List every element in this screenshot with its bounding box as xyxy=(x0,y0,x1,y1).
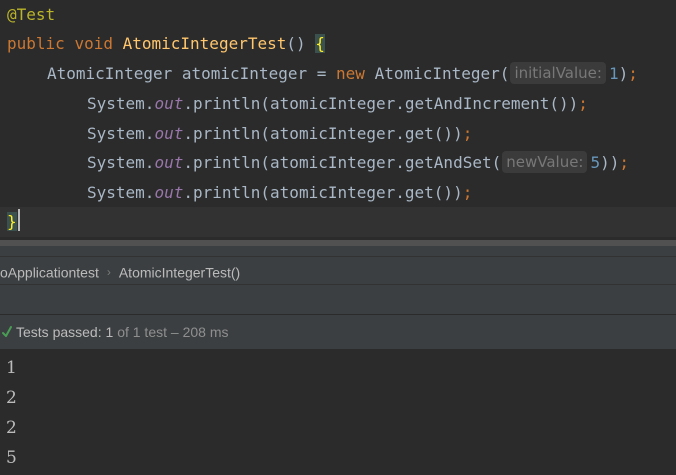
breadcrumb-separator: › xyxy=(106,265,111,280)
breadcrumb-item-method[interactable]: AtomicIntegerTest() xyxy=(119,264,240,280)
system-ref: System. xyxy=(87,94,155,113)
method-name: AtomicIntegerTest xyxy=(122,34,287,53)
text-caret xyxy=(17,209,20,231)
new-value-literal: 5 xyxy=(590,153,601,172)
panel-splitter[interactable] xyxy=(0,240,676,256)
code-line-7[interactable]: System.out.println(atomicInteger.get()); xyxy=(0,178,676,208)
tests-passed-label: Tests passed: xyxy=(16,324,102,340)
code-line-1[interactable]: @Test xyxy=(0,0,676,30)
code-line-3[interactable]: AtomicInteger atomicInteger = new Atomic… xyxy=(0,59,676,89)
test-status-bar: Tests passed: 1 of 1 test – 208 ms xyxy=(0,314,676,350)
println-call: .println(atomicInteger.get()) xyxy=(183,124,463,143)
method-parens: () xyxy=(286,34,306,53)
close-parens: )) xyxy=(600,153,620,172)
code-line-6[interactable]: System.out.println(atomicInteger.getAndS… xyxy=(0,148,676,178)
keyword-public: public xyxy=(7,34,65,53)
console-line: 2 xyxy=(6,388,17,408)
annotation: @Test xyxy=(7,5,56,24)
code-line-5[interactable]: System.out.println(atomicInteger.get()); xyxy=(0,119,676,149)
out-field: out xyxy=(154,183,184,202)
semicolon: ; xyxy=(619,153,630,172)
semicolon: ; xyxy=(462,183,473,202)
type-name: AtomicInteger xyxy=(47,64,173,83)
console-line: 5 xyxy=(6,448,17,468)
code-line-2[interactable]: public void AtomicIntegerTest() { xyxy=(0,29,676,59)
out-field: out xyxy=(154,124,184,143)
console-output[interactable]: 1 2 2 5 xyxy=(0,350,676,475)
semicolon: ; xyxy=(462,124,473,143)
check-icon xyxy=(2,326,12,337)
close-brace: } xyxy=(7,212,17,231)
tests-passed-count: 1 xyxy=(105,324,114,340)
code-line-8[interactable]: } xyxy=(0,207,676,237)
open-brace: { xyxy=(315,34,325,53)
println-call: .println(atomicInteger.getAndIncrement()… xyxy=(183,94,579,113)
system-ref: System. xyxy=(87,183,155,202)
run-toolbar xyxy=(0,284,676,314)
system-ref: System. xyxy=(87,153,155,172)
assign-operator: = xyxy=(316,64,327,83)
constructor-call: AtomicInteger( xyxy=(374,64,510,83)
keyword-void: void xyxy=(74,34,113,53)
println-call: .println(atomicInteger.get()) xyxy=(183,183,463,202)
breadcrumb: oApplicationtest › AtomicIntegerTest() xyxy=(0,256,676,284)
parameter-hint-initial-value: initialValue: xyxy=(510,62,606,84)
initial-value-literal: 1 xyxy=(608,64,619,83)
test-duration: – 208 ms xyxy=(170,324,229,340)
console-line: 1 xyxy=(6,358,17,378)
keyword-new: new xyxy=(336,64,365,83)
breadcrumb-item-class[interactable]: oApplicationtest xyxy=(0,264,99,280)
tests-total: of 1 test xyxy=(117,324,167,340)
println-call: .println(atomicInteger.getAndSet( xyxy=(183,153,502,172)
code-line-4[interactable]: System.out.println(atomicInteger.getAndI… xyxy=(0,89,676,119)
system-ref: System. xyxy=(87,124,155,143)
close-paren: ) xyxy=(618,64,629,83)
parameter-hint-new-value: newValue: xyxy=(502,151,588,173)
console-line: 2 xyxy=(6,418,17,438)
semicolon: ; xyxy=(578,94,588,113)
out-field: out xyxy=(154,153,184,172)
variable-name: atomicInteger xyxy=(181,64,308,83)
code-editor[interactable]: @Test public void AtomicIntegerTest() { … xyxy=(0,0,676,240)
semicolon: ; xyxy=(628,64,638,83)
out-field: out xyxy=(154,94,184,113)
